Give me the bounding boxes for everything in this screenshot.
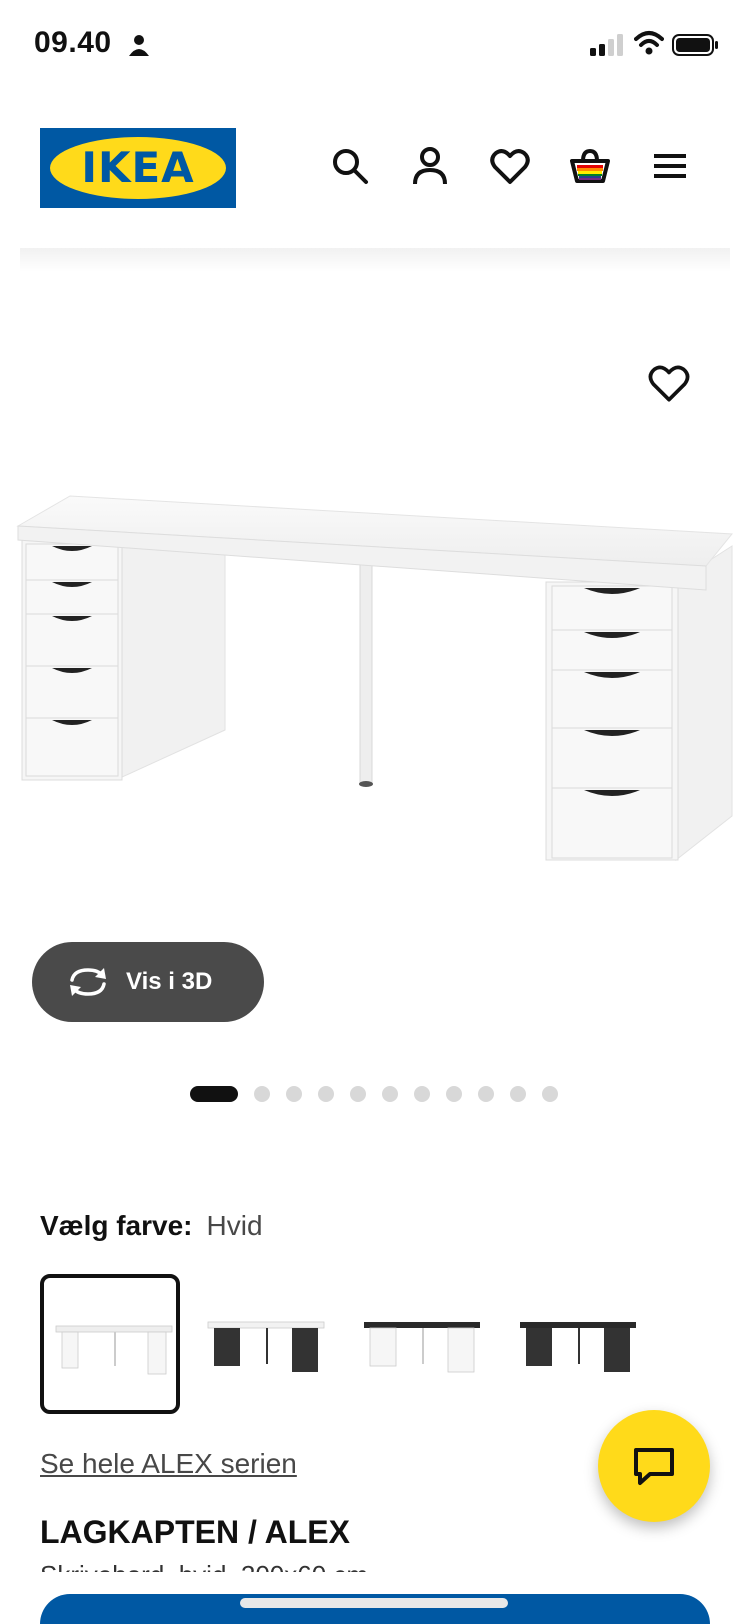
variant-white-black[interactable]	[196, 1274, 336, 1414]
battery-icon	[672, 34, 718, 56]
chat-icon	[634, 1448, 674, 1485]
user-icon[interactable]	[408, 144, 452, 188]
product-title: LAGKAPTEN / ALEX	[40, 1514, 350, 1550]
home-indicator	[240, 1598, 508, 1608]
carousel-dot[interactable]	[350, 1086, 366, 1102]
logo-text: IKEA	[81, 143, 195, 192]
carousel-dot[interactable]	[254, 1086, 270, 1102]
search-icon[interactable]	[328, 144, 372, 188]
heart-icon[interactable]	[488, 144, 532, 188]
variant-white[interactable]	[40, 1274, 180, 1414]
view-in-3d-button[interactable]: Vis i 3D	[32, 942, 264, 1022]
series-link[interactable]: Se hele ALEX serien	[40, 1448, 297, 1480]
person-icon	[129, 35, 149, 56]
heart-outline-icon	[648, 365, 690, 402]
carousel-dot[interactable]	[446, 1086, 462, 1102]
product-image[interactable]	[0, 300, 750, 940]
color-variants	[40, 1274, 680, 1414]
product-subtitle: Skrivebord, hvid, 200x60 cm	[40, 1560, 368, 1572]
site-header: IKEA	[0, 96, 750, 248]
favorite-button[interactable]	[646, 360, 692, 406]
variant-black-white[interactable]	[352, 1274, 492, 1414]
wifi-icon	[634, 31, 664, 55]
carousel-dot[interactable]	[510, 1086, 526, 1102]
status-time: 09.40	[34, 26, 112, 59]
variant-black[interactable]	[508, 1274, 648, 1414]
carousel-indicator	[0, 1086, 750, 1102]
view-in-3d-label: Vis i 3D	[126, 968, 213, 995]
carousel-dot[interactable]	[382, 1086, 398, 1102]
shopping-bag-icon[interactable]	[568, 144, 612, 188]
ikea-logo[interactable]: IKEA	[40, 128, 236, 208]
carousel-dot[interactable]	[414, 1086, 430, 1102]
carousel-dot[interactable]	[190, 1086, 238, 1102]
rotate-3d-icon	[70, 968, 106, 996]
header-shadow	[20, 248, 730, 272]
carousel-dot[interactable]	[318, 1086, 334, 1102]
status-bar: 09.40	[0, 0, 750, 90]
carousel-dot[interactable]	[286, 1086, 302, 1102]
carousel-dot[interactable]	[478, 1086, 494, 1102]
color-label: Vælg farve:	[40, 1210, 193, 1241]
menu-icon[interactable]	[648, 144, 692, 188]
signal-icon	[590, 34, 623, 56]
chat-button[interactable]	[598, 1410, 710, 1522]
color-selector-heading: Vælg farve: Hvid	[40, 1210, 263, 1242]
carousel-dot[interactable]	[542, 1086, 558, 1102]
color-value: Hvid	[206, 1210, 263, 1241]
